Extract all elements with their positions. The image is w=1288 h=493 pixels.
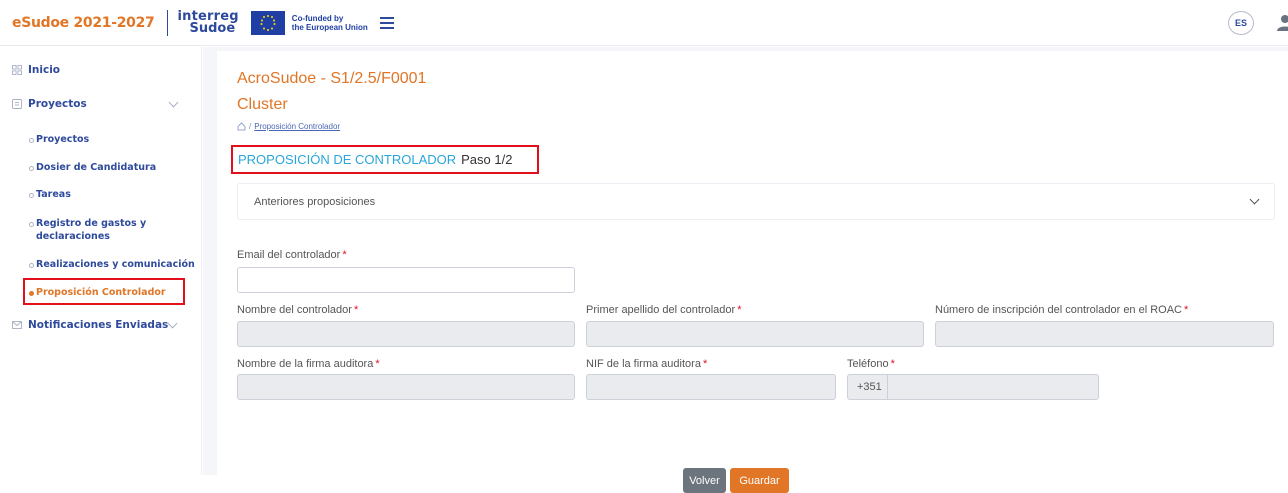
highlight-box (23, 278, 185, 305)
cofunded-label: Co-funded by the European Union (291, 13, 368, 32)
sidebar-subitem-dosier[interactable]: Dosier de Candidatura (28, 161, 156, 174)
breadcrumb: / Proposición Controlador (237, 122, 340, 131)
telefono-field[interactable]: +351 (847, 374, 1099, 400)
step-title: PROPOSICIÓN DE CONTROLADOR (238, 152, 457, 167)
menu-toggle-icon[interactable] (379, 16, 394, 29)
roac-field[interactable] (935, 321, 1274, 347)
sidebar-subitem-proyectos[interactable]: Proyectos (28, 133, 89, 146)
sidebar-item-inicio[interactable]: Inicio (12, 64, 60, 76)
project-title: AcroSudoe - S1/2.5/F0001 (237, 70, 427, 87)
sidebar-subitem-realizaciones[interactable]: Realizaciones y comunicación (29, 258, 195, 271)
step-header: PROPOSICIÓN DE CONTROLADOR Paso 1/2 (231, 145, 539, 174)
save-button[interactable]: Guardar (730, 468, 789, 493)
user-avatar-icon[interactable] (1276, 13, 1288, 31)
language-selector[interactable]: ES (1228, 11, 1254, 35)
firma-field[interactable] (237, 374, 575, 400)
nif-field[interactable] (586, 374, 836, 400)
interreg-logo: interreg Sudoe (177, 8, 239, 36)
email-field[interactable] (237, 267, 575, 293)
email-label: Email del controlador * (237, 249, 347, 261)
home-icon[interactable] (237, 122, 246, 131)
content-card: AcroSudoe - S1/2.5/F0001 Cluster / Propo… (217, 51, 1288, 493)
mail-icon (12, 321, 22, 329)
sidebar-subitem-tareas[interactable]: Tareas (29, 188, 71, 201)
breadcrumb-link[interactable]: Proposición Controlador (254, 122, 340, 131)
chevron-down-icon[interactable] (168, 97, 179, 108)
nombre-field[interactable] (237, 321, 575, 347)
nombre-label: Nombre del controlador * (237, 304, 359, 316)
previous-proposals-accordion[interactable]: Anteriores proposiciones (237, 183, 1275, 220)
sidebar-subitem-registro-gastos[interactable]: Registro de gastos y declaraciones (28, 217, 146, 243)
main-content: AcroSudoe - S1/2.5/F0001 Cluster / Propo… (203, 47, 1288, 493)
sidebar-item-label: Inicio (28, 64, 61, 76)
top-bar: eSudoe 2021-2027 interreg Sudoe Co-funde… (0, 0, 1288, 46)
eu-flag-icon (250, 10, 285, 35)
nif-label: NIF de la firma auditora * (586, 358, 708, 370)
sidebar: Inicio Proyectos Proyectos Dosier de Can… (0, 47, 202, 475)
apellido-label: Primer apellido del controlador * (586, 304, 742, 316)
step-progress: Paso 1/2 (461, 152, 513, 167)
phone-prefix[interactable]: +351 (848, 375, 888, 399)
sidebar-item-label: Notificaciones Enviadas (28, 319, 169, 331)
apellido-field[interactable] (586, 321, 924, 347)
grid-icon (12, 65, 22, 75)
sidebar-item-proyectos[interactable]: Proyectos (12, 98, 87, 110)
chevron-down-icon[interactable] (167, 318, 178, 329)
sidebar-item-label: Proyectos (28, 98, 87, 110)
chevron-down-icon[interactable] (1249, 194, 1260, 205)
project-subtitle: Cluster (237, 96, 288, 113)
back-button[interactable]: Volver (683, 468, 726, 493)
roac-label: Número de inscripción del controlador en… (935, 304, 1189, 316)
sidebar-item-notificaciones[interactable]: Notificaciones Enviadas (12, 319, 168, 331)
accordion-label: Anteriores proposiciones (254, 195, 376, 208)
brand-divider (166, 9, 168, 36)
app-brand[interactable]: eSudoe 2021-2027 (12, 15, 155, 31)
document-icon (12, 99, 22, 109)
telefono-label: Teléfono * (847, 358, 895, 370)
firma-label: Nombre de la firma auditora * (237, 358, 380, 370)
